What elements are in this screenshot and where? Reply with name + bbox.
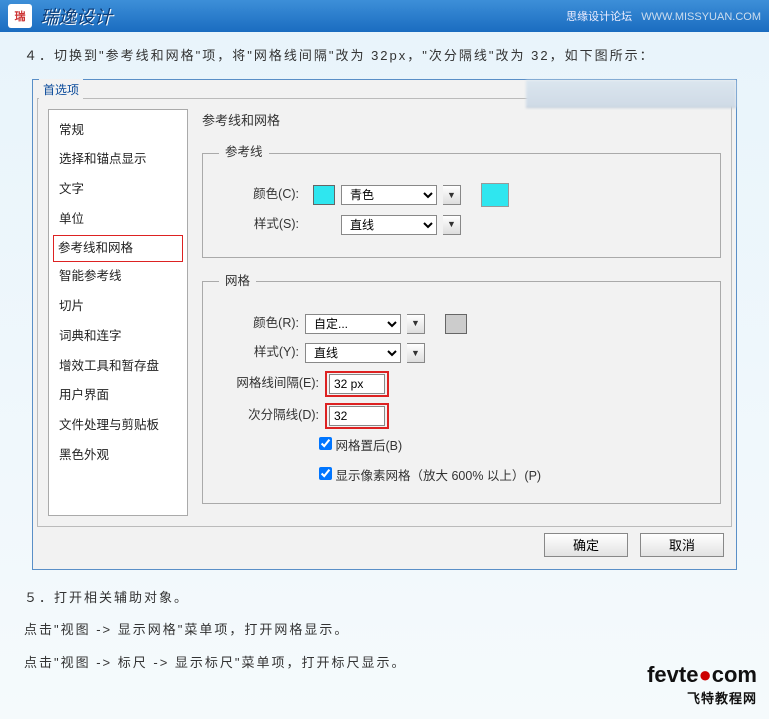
step-5-text: ５．打开相关辅助对象。 — [24, 586, 745, 611]
watermark-com: com — [712, 662, 757, 687]
sidebar-item-selection[interactable]: 选择和锚点显示 — [53, 145, 183, 175]
grid-style-select[interactable]: 直线 — [305, 343, 401, 363]
settings-panel: 参考线和网格 参考线 颜色(C): 青色 ▼ 样式(S): — [202, 109, 721, 516]
guides-style-select[interactable]: 直线 — [341, 215, 437, 235]
gridline-every-input[interactable] — [329, 374, 385, 394]
forum-url: WWW.MISSYUAN.COM — [641, 11, 761, 23]
category-sidebar: 常规 选择和锚点显示 文字 单位 参考线和网格 智能参考线 切片 词典和连字 增… — [48, 109, 188, 516]
sidebar-item-filehandling[interactable]: 文件处理与剪贴板 — [53, 411, 183, 441]
note-2: 点击"视图 -> 标尺 -> 显示标尺"菜单项，打开标尺显示。 — [24, 651, 745, 676]
sidebar-item-slices[interactable]: 切片 — [53, 292, 183, 322]
preferences-dialog: 首选项 常规 选择和锚点显示 文字 单位 参考线和网格 智能参考线 切片 词典和… — [32, 79, 737, 570]
grid-color-select[interactable]: 自定... — [305, 314, 401, 334]
watermark-logo: fevte●com 飞特教程网 — [647, 662, 757, 707]
guides-fieldset: 参考线 颜色(C): 青色 ▼ 样式(S): 直线 — [202, 141, 721, 258]
grid-color-swatch-icon[interactable] — [445, 314, 467, 334]
dialog-body: 常规 选择和锚点显示 文字 单位 参考线和网格 智能参考线 切片 词典和连字 增… — [37, 98, 732, 527]
subdivisions-input[interactable] — [329, 406, 385, 426]
dialog-buttons: 确定 取消 — [37, 533, 732, 565]
grid-style-label: 样式(Y): — [219, 341, 299, 365]
watermark-name: fevte — [647, 662, 698, 687]
subdivisions-highlight — [325, 403, 389, 429]
cancel-button[interactable]: 取消 — [640, 533, 724, 557]
brand-name: 瑞逸设计 — [40, 3, 112, 29]
grid-back-text: 网格置后(B) — [335, 439, 402, 453]
gridline-every-label: 网格线间隔(E): — [219, 372, 319, 396]
header-right: 思缘设计论坛 WWW.MISSYUAN.COM — [566, 8, 761, 24]
chevron-down-icon[interactable]: ▼ — [407, 314, 425, 334]
ok-button[interactable]: 确定 — [544, 533, 628, 557]
header-left: 瑞 瑞逸设计 — [8, 3, 112, 29]
pixel-grid-text: 显示像素网格（放大 600% 以上）(P) — [335, 469, 541, 483]
dialog-title: 首选项 — [39, 79, 83, 102]
guides-color-preview-icon[interactable] — [481, 183, 509, 207]
forum-name: 思缘设计论坛 — [566, 11, 632, 23]
page-content: ４．切换到"参考线和网格"项，将"网格线间隔"改为 32px，"次分隔线"改为 … — [0, 32, 769, 688]
page-header: 瑞 瑞逸设计 思缘设计论坛 WWW.MISSYUAN.COM — [0, 0, 769, 32]
sidebar-item-type[interactable]: 文字 — [53, 175, 183, 205]
panel-title: 参考线和网格 — [202, 109, 721, 134]
brand-logo-icon: 瑞 — [8, 4, 32, 28]
grid-color-label: 颜色(R): — [219, 312, 299, 336]
sidebar-item-general[interactable]: 常规 — [53, 116, 183, 146]
sidebar-item-plugins[interactable]: 增效工具和暂存盘 — [53, 352, 183, 382]
sidebar-item-black[interactable]: 黑色外观 — [53, 441, 183, 471]
grid-fieldset: 网格 颜色(R): 自定... ▼ 样式(Y): 直线 — [202, 270, 721, 504]
step-4-text: ４．切换到"参考线和网格"项，将"网格线间隔"改为 32px，"次分隔线"改为 … — [24, 44, 745, 69]
note-1: 点击"视图 -> 显示网格"菜单项，打开网格显示。 — [24, 618, 745, 643]
grid-back-checkbox[interactable] — [319, 437, 332, 450]
guides-color-swatch-icon[interactable] — [313, 185, 335, 205]
sidebar-item-units[interactable]: 单位 — [53, 205, 183, 235]
guides-color-select[interactable]: 青色 — [341, 185, 437, 205]
chevron-down-icon[interactable]: ▼ — [443, 215, 461, 235]
guides-color-label: 颜色(C): — [219, 183, 299, 207]
grid-back-checkbox-label[interactable]: 网格置后(B) — [319, 439, 402, 453]
dot-icon: ● — [698, 662, 711, 687]
subdivisions-label: 次分隔线(D): — [219, 404, 319, 428]
guides-style-label: 样式(S): — [219, 213, 299, 237]
grid-legend: 网格 — [219, 270, 256, 294]
sidebar-item-smart-guides[interactable]: 智能参考线 — [53, 262, 183, 292]
chevron-down-icon[interactable]: ▼ — [443, 185, 461, 205]
pixel-grid-checkbox-label[interactable]: 显示像素网格（放大 600% 以上）(P) — [319, 469, 541, 483]
chevron-down-icon[interactable]: ▼ — [407, 343, 425, 363]
guides-legend: 参考线 — [219, 141, 269, 165]
sidebar-item-ui[interactable]: 用户界面 — [53, 381, 183, 411]
watermark-cn: 飞特教程网 — [647, 688, 757, 707]
sidebar-item-guides-grid[interactable]: 参考线和网格 — [53, 235, 183, 263]
sidebar-item-hyphenation[interactable]: 词典和连字 — [53, 322, 183, 352]
gridline-highlight — [325, 371, 389, 397]
blurred-titlebar-icon — [526, 80, 736, 108]
pixel-grid-checkbox[interactable] — [319, 467, 332, 480]
